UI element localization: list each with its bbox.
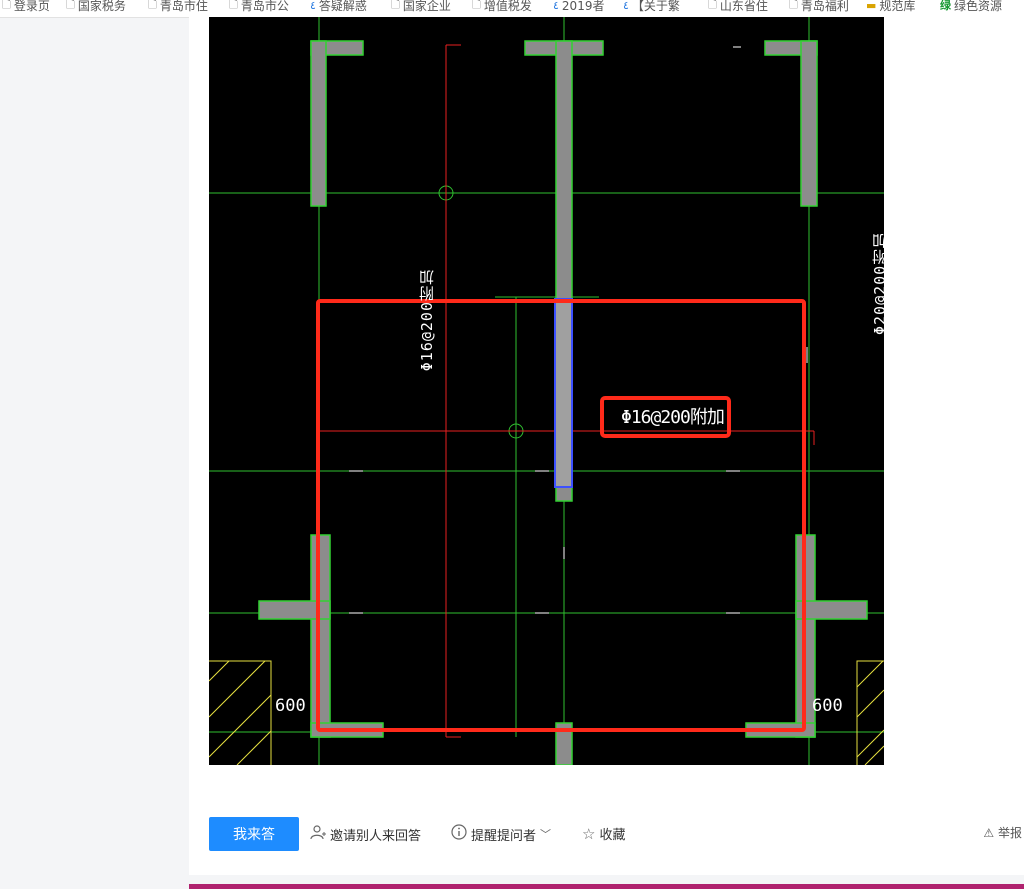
bookmark-item[interactable]: 🗋 青岛市公: [229, 0, 289, 15]
answer-action-bar: 我来答 邀请别人来回答 提醒提问者 ﹀ ☆ 收藏 ⚠ 举报: [189, 812, 1024, 856]
page-icon: 🗋: [229, 0, 238, 11]
bookmark-item[interactable]: 绿绿色资源: [940, 0, 1002, 15]
page-icon: 🗋: [66, 0, 75, 11]
invite-button[interactable]: 邀请别人来回答: [310, 824, 421, 844]
bookmark-item[interactable]: ▬ 规范库: [866, 0, 915, 15]
logo-icon: ٤: [310, 0, 316, 12]
bookmark-item[interactable]: 🗋 山东省住: [708, 0, 768, 15]
rebar-label-vertical-right: Φ20@200附加: [871, 232, 884, 335]
rebar-label-highlighted: Φ16@200附加: [621, 407, 725, 428]
star-icon: ☆: [582, 824, 596, 843]
add-user-icon: [310, 824, 326, 844]
bookmark-item[interactable]: 🗋 国家税务: [66, 0, 126, 15]
bookmark-item[interactable]: 🗋 青岛福利: [789, 0, 849, 15]
page-icon: 🗋: [472, 0, 481, 11]
cad-drawing-svg: [209, 17, 884, 765]
bookmark-item[interactable]: 🗋 国家企业: [391, 0, 451, 15]
warning-icon: ⚠: [983, 826, 995, 840]
logo-icon: ٤: [553, 0, 559, 12]
bookmark-item[interactable]: 🗋 登录页: [2, 0, 50, 15]
cad-drawing-image: Φ16@200附加 Φ20@200附加 Φ16@200附加 600 600: [209, 17, 884, 765]
green-logo-icon: 绿: [940, 0, 951, 12]
library-icon: ▬: [866, 0, 877, 12]
bookmark-item[interactable]: 🗋 增值税发: [472, 0, 532, 15]
remind-label: 提醒提问者: [471, 828, 537, 844]
page-icon: 🗋: [708, 0, 717, 11]
report-link[interactable]: ⚠ 举报: [983, 824, 1022, 841]
bottom-accent-bar: [189, 884, 1024, 889]
bookmark-item[interactable]: ٤ 2019者: [553, 0, 604, 15]
invite-label: 邀请别人来回答: [330, 828, 422, 844]
bookmark-item[interactable]: ٤ 【关于繁: [623, 0, 680, 15]
page-icon: 🗋: [2, 0, 11, 11]
rebar-label-vertical-left: Φ16@200附加: [418, 269, 436, 372]
page-icon: 🗋: [391, 0, 400, 11]
bookmark-item[interactable]: 🗋 青岛市住: [148, 0, 208, 15]
favorite-button[interactable]: ☆ 收藏: [582, 824, 626, 844]
page-icon: 🗋: [148, 0, 157, 11]
remind-button[interactable]: 提醒提问者 ﹀: [451, 824, 551, 844]
bookmark-item[interactable]: ٤ 答疑解惑: [310, 0, 367, 15]
report-label: 举报: [997, 826, 1022, 840]
dimension-right: 600: [812, 696, 843, 716]
answer-button[interactable]: 我来答: [209, 817, 299, 851]
info-icon: [451, 824, 467, 844]
favorite-label: 收藏: [599, 828, 626, 843]
bookmarks-bar: 🗋 登录页 🗋 国家税务 🗋 青岛市住 🗋 青岛市公 ٤ 答疑解惑 🗋 国家企业 🗋 增值税发…: [0, 0, 1024, 18]
page-icon: 🗋: [789, 0, 798, 11]
dimension-left: 600: [275, 696, 306, 716]
logo-icon: ٤: [623, 0, 629, 12]
chevron-down-icon: ﹀: [540, 828, 552, 841]
